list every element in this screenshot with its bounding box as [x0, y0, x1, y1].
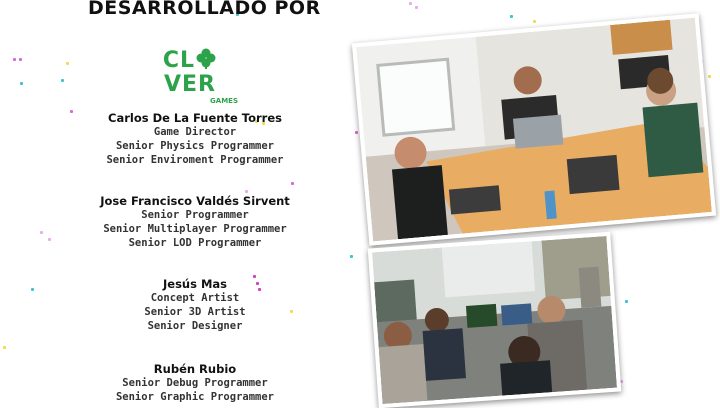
member-role: Concept Artist [150, 292, 240, 304]
credit-carlos: Carlos De La Fuente Torres Game Director… [90, 111, 300, 167]
member-role: Senior LOD Programmer [128, 237, 262, 249]
member-role: Senior Designer [147, 320, 243, 332]
member-role: Senior 3D Artist [144, 306, 246, 318]
member-name: Carlos De La Fuente Torres [108, 111, 282, 125]
team-photo-2 [367, 231, 622, 408]
credit-jesus: Jesús Mas Concept Artist Senior 3D Artis… [90, 277, 300, 333]
logo-word-prefix: CL [162, 48, 196, 73]
member-role: Senior Graphic Programmer [115, 391, 275, 403]
member-role: Game Director [153, 126, 237, 138]
member-role: Senior Debug Programmer [122, 377, 268, 389]
member-role: Senior Multiplayer Programmer [103, 223, 287, 235]
member-role: Senior Enviroment Programmer [106, 154, 284, 166]
member-name: Jesús Mas [162, 277, 227, 291]
clover-games-logo: CL VER GAMES [140, 47, 240, 105]
logo-word-suffix: VER [164, 72, 216, 97]
member-name: Rubén Rubio [153, 362, 237, 376]
credit-ruben: Rubén Rubio Senior Debug Programmer Seni… [90, 362, 300, 404]
clover-icon [196, 48, 216, 69]
section-heading: DESARROLLADO POR [88, 0, 321, 19]
member-role: Senior Physics Programmer [115, 140, 275, 152]
team-photo-1 [351, 13, 717, 246]
credit-jose: Jose Francisco Valdés Sirvent Senior Pro… [90, 194, 300, 250]
team-photo-1-image [356, 17, 712, 242]
member-name: Jose Francisco Valdés Sirvent [100, 194, 290, 208]
member-role: Senior Programmer [141, 209, 249, 221]
logo-subtitle: GAMES [210, 97, 238, 105]
team-photo-2-image [371, 235, 618, 405]
